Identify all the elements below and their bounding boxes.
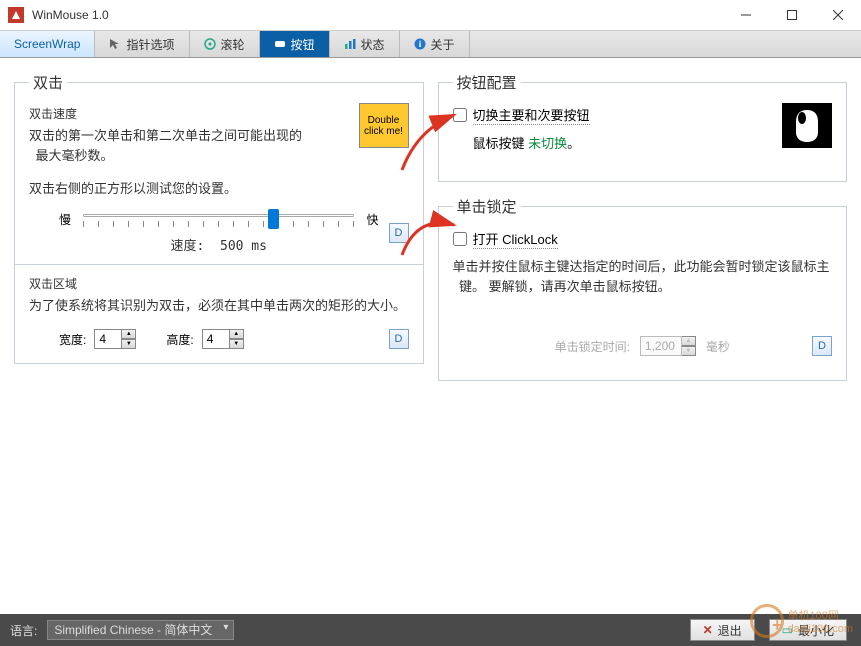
fast-label: 快 (366, 211, 378, 228)
close-icon: ✕ (703, 623, 713, 637)
width-label: 宽度: (59, 331, 86, 348)
tab-label: 指针选项 (126, 36, 174, 53)
cursor-icon (109, 38, 121, 50)
panel-title: 按钮配置 (453, 72, 521, 93)
area-heading: 双击区域 (29, 275, 409, 292)
bars-icon (344, 38, 356, 50)
height-label: 高度: (166, 331, 193, 348)
width-up[interactable]: ▲ (122, 329, 136, 339)
swap-buttons-label[interactable]: 切换主要和次要按钮 (473, 105, 590, 125)
width-input[interactable] (94, 329, 122, 349)
slow-label: 慢 (59, 211, 71, 228)
info-icon: i (414, 38, 426, 50)
speed-value: 500 ms (220, 239, 267, 254)
wheel-icon (204, 38, 216, 50)
tab-status[interactable]: 状态 (330, 31, 400, 57)
speed-value-label: 速度: (171, 239, 205, 254)
clicklock-desc: 单击并按住鼠标主键达指定的时间后，此功能会暂时锁定该鼠标主键。 要解锁，请再次单… (453, 257, 833, 296)
minimize-window-button[interactable] (723, 0, 769, 30)
titlebar: WinMouse 1.0 (0, 0, 861, 30)
locktime-unit: 毫秒 (706, 338, 730, 355)
speed-heading: 双击速度 (29, 105, 409, 122)
test-desc: 双击右侧的正方形以测试您的设置。 (29, 179, 409, 199)
language-select[interactable]: Simplified Chinese - 简体中文 (47, 620, 234, 640)
speed-slider[interactable] (83, 209, 354, 231)
exit-label: 退出 (718, 622, 742, 639)
tab-label: 状态 (361, 36, 385, 53)
reset-speed-button[interactable]: D (389, 223, 409, 243)
tabbar: ScreenWrap 指针选项 滚轮 按钮 状态 i 关于 (0, 30, 861, 58)
tab-label: 关于 (431, 36, 455, 53)
locktime-input (640, 336, 682, 356)
app-icon (8, 7, 24, 23)
tab-screenwrap[interactable]: ScreenWrap (0, 31, 95, 57)
minimize-label: 最小化 (798, 622, 834, 639)
minimize-button[interactable]: ▭ 最小化 (769, 619, 847, 641)
button-icon (274, 38, 286, 50)
lang-label: 语言: (10, 622, 37, 639)
width-down[interactable]: ▼ (122, 339, 136, 349)
mouse-icon (782, 103, 832, 148)
clicklock-checkbox[interactable] (453, 232, 467, 246)
height-up[interactable]: ▲ (230, 329, 244, 339)
reset-area-button[interactable]: D (389, 329, 409, 349)
swap-status-suffix: 。 (567, 136, 580, 151)
window-title: WinMouse 1.0 (32, 8, 723, 22)
tab-pointer-options[interactable]: 指针选项 (95, 31, 189, 57)
maximize-window-button[interactable] (769, 0, 815, 30)
bottombar: 语言: Simplified Chinese - 简体中文 ✕ 退出 ▭ 最小化 (0, 614, 861, 646)
clicklock-label[interactable]: 打开 ClickLock (473, 229, 558, 249)
locktime-up: ▲ (682, 336, 696, 346)
tab-about[interactable]: i 关于 (400, 31, 470, 57)
double-click-test-box[interactable]: Double click me! (359, 103, 409, 148)
close-window-button[interactable] (815, 0, 861, 30)
minimize-icon: ▭ (782, 623, 793, 637)
panel-title: 单击锁定 (453, 196, 521, 217)
area-desc: 为了使系统将其识别为双击，必须在其中单击两次的矩形的大小。 (29, 296, 409, 316)
panel-title: 双击 (29, 72, 67, 93)
click-lock-panel: 单击锁定 打开 ClickLock 单击并按住鼠标主键达指定的时间后，此功能会暂… (438, 196, 848, 381)
double-click-panel: 双击 Double click me! 双击速度 双击的第一次单击和第二次单击之… (14, 72, 424, 364)
height-input[interactable] (202, 329, 230, 349)
locktime-label: 单击锁定时间: (555, 338, 630, 355)
tab-label: 滚轮 (221, 36, 245, 53)
divider (15, 264, 423, 265)
tab-buttons[interactable]: 按钮 (260, 31, 330, 57)
swap-status-prefix: 鼠标按键 (473, 136, 525, 151)
tab-label: ScreenWrap (14, 37, 80, 51)
exit-button[interactable]: ✕ 退出 (690, 619, 755, 641)
locktime-down: ▼ (682, 346, 696, 356)
button-config-panel: 按钮配置 切换主要和次要按钮 鼠标按键 未切换。 (438, 72, 848, 182)
swap-buttons-checkbox[interactable] (453, 108, 467, 122)
speed-desc: 双击的第一次单击和第二次单击之间可能出现的最大毫秒数。 (29, 126, 309, 165)
content: 双击 Double click me! 双击速度 双击的第一次单击和第二次单击之… (0, 58, 861, 614)
tab-label: 按钮 (291, 36, 315, 53)
reset-clicklock-button[interactable]: D (812, 336, 832, 356)
tab-wheel[interactable]: 滚轮 (190, 31, 260, 57)
height-down[interactable]: ▼ (230, 339, 244, 349)
swap-status-value: 未切换 (528, 136, 567, 151)
